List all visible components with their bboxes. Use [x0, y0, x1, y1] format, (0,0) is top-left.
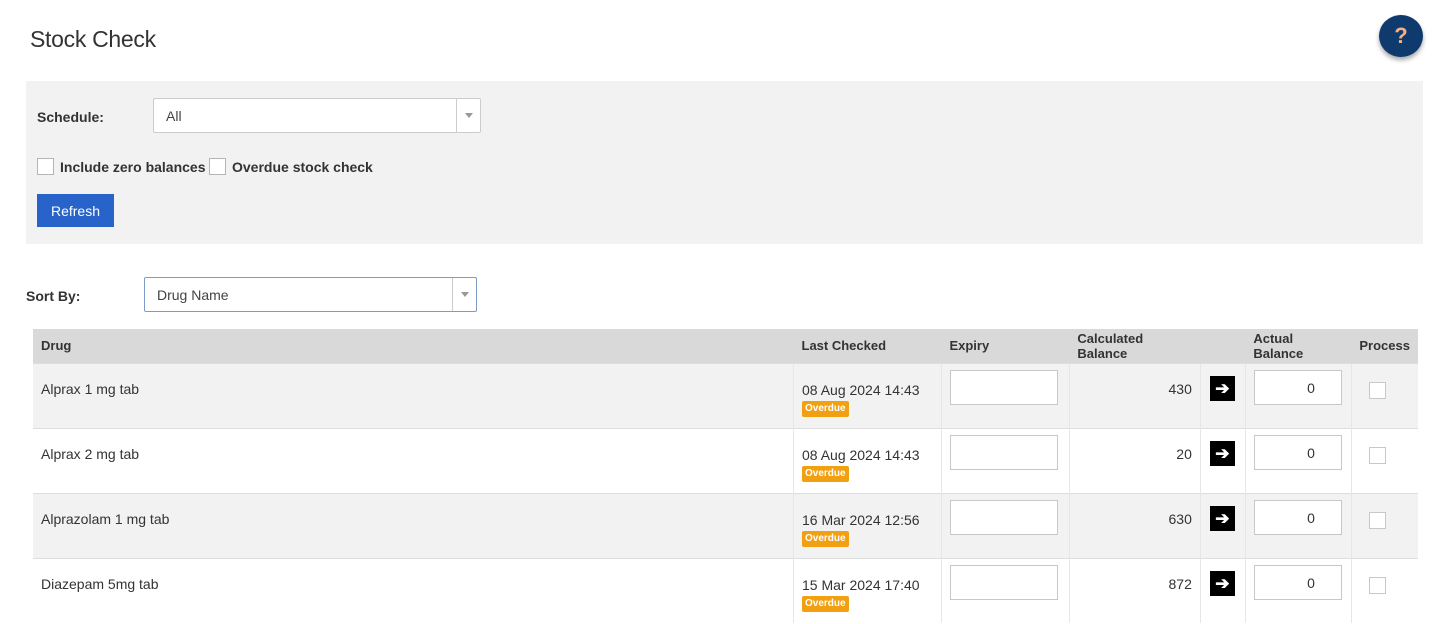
- actual-balance-input[interactable]: 0: [1253, 499, 1342, 535]
- column-header-transfer: [1200, 329, 1246, 363]
- arrow-right-icon[interactable]: ➔: [1209, 440, 1235, 466]
- process-cell: [1350, 557, 1418, 623]
- last-checked-cell: 08 Aug 2024 14:43 Overdue: [793, 362, 942, 428]
- actual-balance-cell: 0: [1244, 427, 1352, 493]
- calculated-balance: 20: [1068, 427, 1201, 493]
- expiry-cell: [940, 492, 1070, 558]
- chevron-down-icon[interactable]: [452, 278, 476, 311]
- arrow-right-icon[interactable]: ➔: [1209, 570, 1235, 596]
- process-cell: [1350, 362, 1418, 428]
- drug-name: Alprazolam 1 mg tab: [33, 492, 794, 558]
- last-checked-date: 08 Aug 2024 14:43: [802, 381, 920, 398]
- sort-select[interactable]: Drug Name: [144, 277, 477, 312]
- last-checked-cell: 08 Aug 2024 14:43 Overdue: [793, 427, 942, 493]
- overdue-badge: Overdue: [802, 530, 849, 547]
- column-header-drug[interactable]: Drug: [33, 329, 794, 363]
- expiry-input[interactable]: [949, 564, 1058, 600]
- column-header-last-checked[interactable]: Last Checked: [793, 329, 942, 363]
- include-zero-label: Include zero balances: [60, 158, 206, 175]
- overdue-badge: Overdue: [802, 465, 849, 482]
- table-header-row: Drug Last Checked Expiry Calculated Bala…: [33, 329, 1418, 363]
- help-button[interactable]: ?: [1379, 15, 1423, 57]
- overdue-checkbox[interactable]: [209, 158, 226, 175]
- process-checkbox[interactable]: [1368, 381, 1386, 399]
- include-zero-option: Include zero balances: [37, 158, 206, 175]
- actual-balance-cell: 0: [1244, 557, 1352, 623]
- overdue-option: Overdue stock check: [209, 158, 373, 175]
- arrow-right-icon[interactable]: ➔: [1209, 375, 1235, 401]
- expiry-cell: [940, 427, 1070, 493]
- drug-name: Alprax 2 mg tab: [33, 427, 794, 493]
- overdue-badge: Overdue: [802, 400, 849, 417]
- filter-panel: Schedule: All Include zero balances Over…: [26, 81, 1423, 244]
- column-header-calculated-balance[interactable]: Calculated Balance: [1069, 329, 1201, 363]
- table-row: Alprax 1 mg tab 08 Aug 2024 14:43 Overdu…: [33, 362, 1418, 428]
- last-checked-date: 15 Mar 2024 17:40: [802, 576, 920, 593]
- include-zero-checkbox[interactable]: [37, 158, 54, 175]
- transfer-cell: ➔: [1199, 557, 1246, 623]
- process-cell: [1350, 427, 1418, 493]
- process-cell: [1350, 492, 1418, 558]
- expiry-input[interactable]: [949, 499, 1058, 535]
- actual-balance-input[interactable]: 0: [1253, 369, 1342, 405]
- actual-balance-cell: 0: [1244, 492, 1352, 558]
- question-icon: ?: [1394, 23, 1408, 48]
- chevron-down-icon[interactable]: [456, 99, 480, 132]
- process-checkbox[interactable]: [1368, 446, 1386, 464]
- transfer-cell: ➔: [1199, 427, 1246, 493]
- sort-select-value: Drug Name: [157, 287, 229, 303]
- last-checked-date: 16 Mar 2024 12:56: [802, 511, 920, 528]
- stock-table: Drug Last Checked Expiry Calculated Bala…: [33, 329, 1418, 623]
- overdue-badge: Overdue: [802, 595, 849, 612]
- expiry-input[interactable]: [949, 369, 1058, 405]
- last-checked-cell: 16 Mar 2024 12:56 Overdue: [793, 492, 942, 558]
- sort-label: Sort By:: [26, 288, 81, 304]
- transfer-cell: ➔: [1199, 362, 1246, 428]
- calculated-balance: 430: [1068, 362, 1201, 428]
- schedule-label: Schedule:: [37, 109, 104, 125]
- schedule-select-value: All: [166, 108, 182, 124]
- schedule-select[interactable]: All: [153, 98, 481, 133]
- page-title: Stock Check: [30, 26, 156, 52]
- column-header-process[interactable]: Process: [1351, 329, 1418, 363]
- last-checked-cell: 15 Mar 2024 17:40 Overdue: [793, 557, 942, 623]
- actual-balance-cell: 0: [1244, 362, 1352, 428]
- table-row: Alprazolam 1 mg tab 16 Mar 2024 12:56 Ov…: [33, 492, 1418, 558]
- expiry-cell: [940, 557, 1070, 623]
- drug-name: Alprax 1 mg tab: [33, 362, 794, 428]
- table-row: Alprax 2 mg tab 08 Aug 2024 14:43 Overdu…: [33, 427, 1418, 493]
- process-checkbox[interactable]: [1368, 511, 1386, 529]
- refresh-button[interactable]: Refresh: [37, 194, 114, 227]
- actual-balance-input[interactable]: 0: [1253, 564, 1342, 600]
- column-header-actual-balance[interactable]: Actual Balance: [1245, 329, 1352, 363]
- last-checked-date: 08 Aug 2024 14:43: [802, 446, 920, 463]
- process-checkbox[interactable]: [1368, 576, 1386, 594]
- calculated-balance: 872: [1068, 557, 1201, 623]
- actual-balance-input[interactable]: 0: [1253, 434, 1342, 470]
- arrow-right-icon[interactable]: ➔: [1209, 505, 1235, 531]
- column-header-expiry[interactable]: Expiry: [941, 329, 1070, 363]
- table-row: Diazepam 5mg tab 15 Mar 2024 17:40 Overd…: [33, 557, 1418, 623]
- drug-name: Diazepam 5mg tab: [33, 557, 794, 623]
- expiry-cell: [940, 362, 1070, 428]
- transfer-cell: ➔: [1199, 492, 1246, 558]
- expiry-input[interactable]: [949, 434, 1058, 470]
- calculated-balance: 630: [1068, 492, 1201, 558]
- overdue-label: Overdue stock check: [232, 158, 373, 175]
